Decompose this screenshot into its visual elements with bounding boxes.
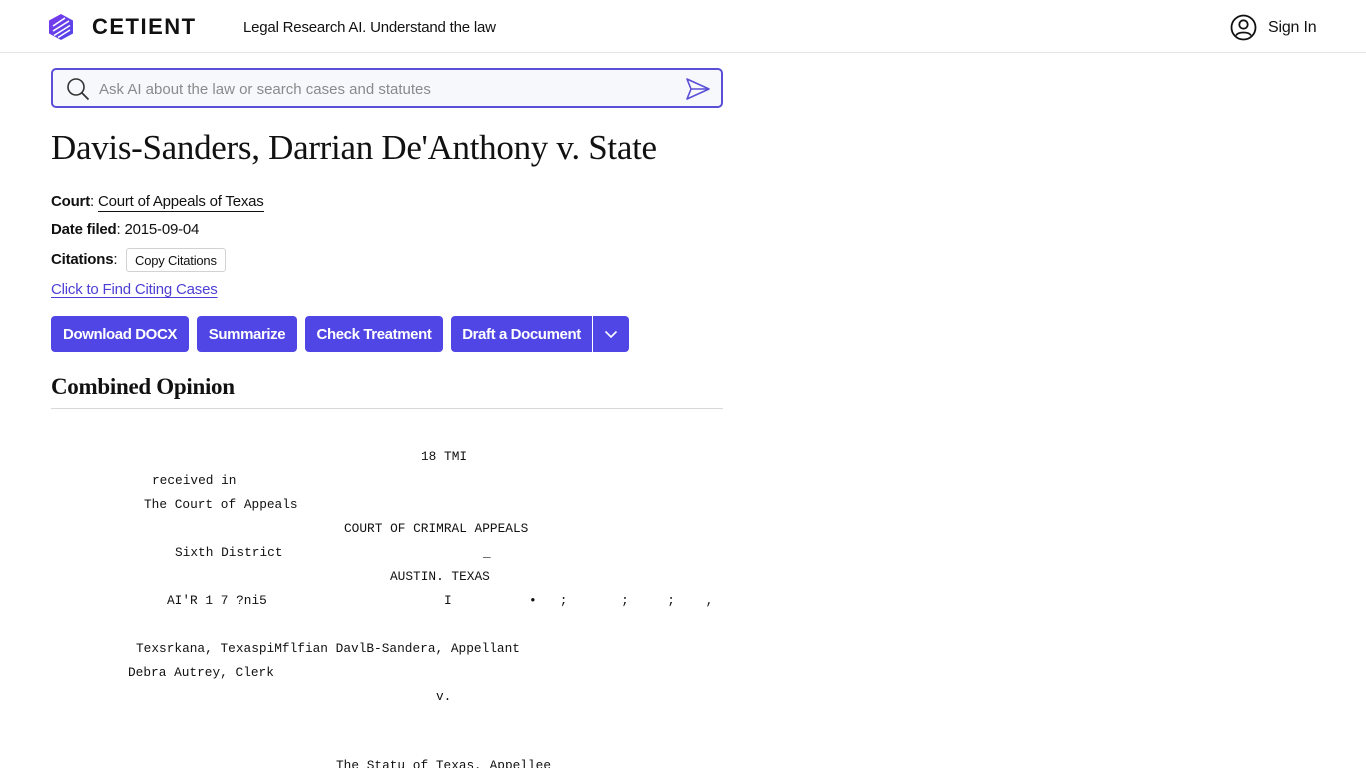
opinion-line: The Statu of Texas, Appellee bbox=[336, 758, 552, 768]
opinion-line: COURT OF CRIMRAL APPEALS bbox=[344, 521, 529, 536]
opinion-line: _ bbox=[483, 545, 491, 560]
opinion-line: v. bbox=[436, 689, 452, 704]
opinion-line: received in bbox=[152, 473, 237, 488]
opinion-line: Sixth District bbox=[175, 545, 283, 560]
opinion-line: Texsrkana, TexaspiMflfian DavlB-Sandera,… bbox=[136, 641, 520, 656]
opinion-line: Debra Autrey, Clerk bbox=[128, 665, 274, 680]
user-circle-icon bbox=[1230, 14, 1257, 41]
opinion-line: The Court of Appeals bbox=[144, 497, 298, 512]
opinion-text: 18 TMI received in The Court of Appeals … bbox=[51, 0, 751, 768]
opinion-line: • ; ; ; , bbox=[529, 593, 714, 608]
sign-in-button[interactable]: Sign In bbox=[1230, 14, 1317, 41]
sign-in-label: Sign In bbox=[1268, 18, 1317, 36]
opinion-line: AI'R 1 7 ?ni5 bbox=[167, 593, 267, 608]
opinion-line: I bbox=[444, 593, 452, 608]
opinion-line: 18 TMI bbox=[421, 449, 468, 464]
opinion-line: AUSTIN. TEXAS bbox=[390, 569, 490, 584]
